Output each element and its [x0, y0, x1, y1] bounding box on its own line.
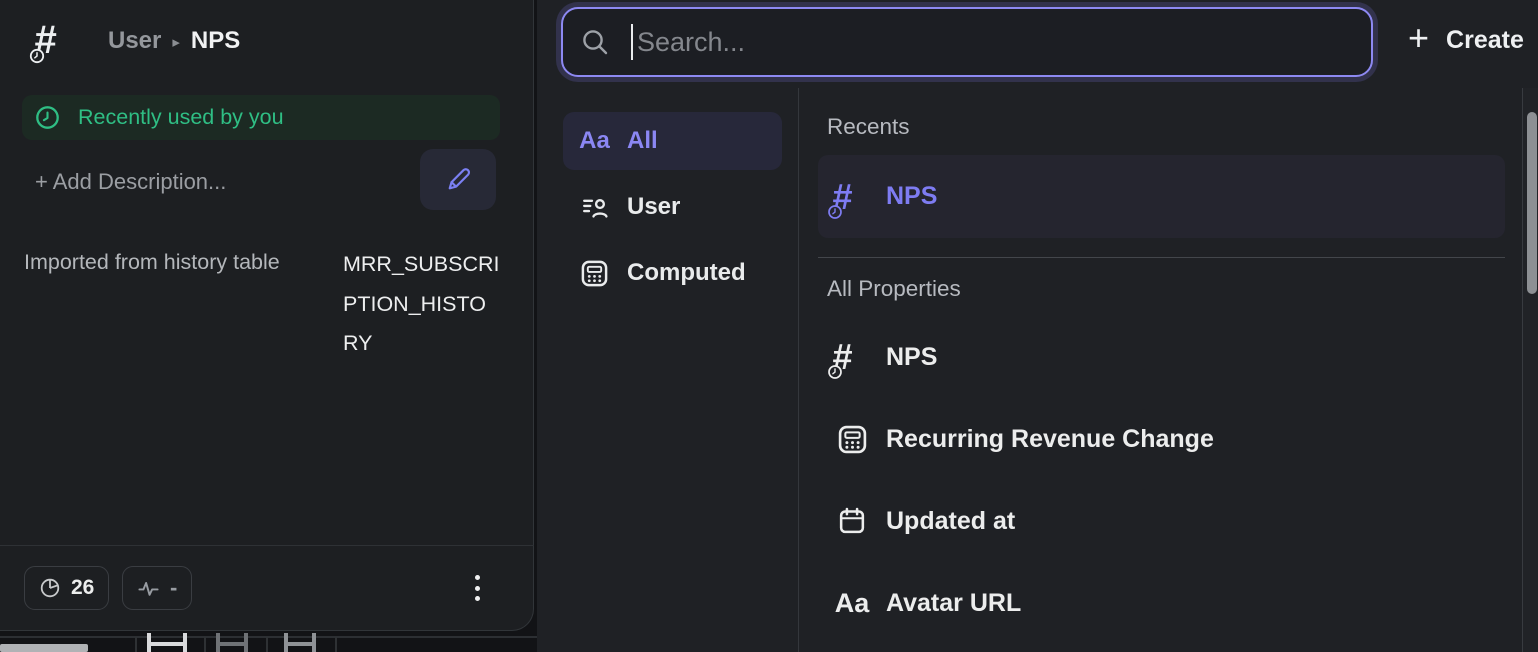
scrollbar-thumb[interactable] — [1527, 112, 1537, 294]
background-glyph — [147, 633, 187, 652]
usage-count-button[interactable]: 26 — [24, 566, 109, 610]
edit-description-button[interactable] — [420, 149, 496, 210]
background-table-column-line — [335, 637, 337, 652]
kebab-dot — [475, 575, 480, 580]
property-item-avatar-url[interactable]: Aa Avatar URL — [818, 562, 1505, 644]
number-history-property-icon: # — [34, 16, 78, 64]
calculator-icon — [578, 259, 611, 288]
all-properties-section-header: All Properties — [827, 276, 961, 302]
recently-used-badge: Recently used by you — [22, 95, 500, 140]
text-type-icon: Aa — [832, 588, 872, 619]
text-type-icon: Aa — [578, 127, 611, 155]
filter-tab-label: All — [627, 127, 658, 155]
create-button-label: Create — [1446, 26, 1524, 55]
property-details-panel: # User ▸ NPS Recently used by you + Add … — [0, 0, 534, 631]
more-options-button[interactable] — [466, 567, 488, 609]
scrollbar-track[interactable] — [1522, 88, 1538, 652]
background-table-column-line — [266, 637, 268, 652]
result-label: Recurring Revenue Change — [886, 425, 1214, 454]
breadcrumb-current: NPS — [191, 27, 240, 55]
filter-tab-all[interactable]: Aa All — [563, 112, 782, 170]
trend-value: - — [170, 575, 177, 601]
recent-item-nps[interactable]: # NPS — [818, 155, 1505, 238]
recently-used-label: Recently used by you — [78, 105, 284, 130]
filter-tab-label: Computed — [627, 259, 746, 287]
number-history-property-icon: # — [832, 334, 872, 380]
number-history-property-icon: # — [832, 174, 872, 220]
user-properties-icon — [578, 193, 611, 221]
background-glyph — [284, 633, 316, 652]
plus-icon: + — [1408, 20, 1429, 60]
background-table-column-line — [135, 637, 137, 652]
chevron-right-icon: ▸ — [172, 31, 180, 51]
result-label: Avatar URL — [886, 589, 1021, 618]
result-label: NPS — [886, 343, 937, 372]
add-description-button[interactable]: + Add Description... — [35, 169, 226, 195]
background-element — [0, 644, 88, 652]
import-source-value: MRR_SUBSCRIPTION_HISTORY — [343, 245, 501, 364]
trend-button[interactable]: - — [122, 566, 192, 610]
pencil-icon — [443, 164, 474, 195]
usage-count-value: 26 — [71, 576, 94, 600]
breadcrumb-parent[interactable]: User — [108, 27, 161, 55]
property-item-updated-at[interactable]: Updated at — [818, 480, 1505, 562]
filter-tab-label: User — [627, 193, 680, 221]
breadcrumb: User ▸ NPS — [108, 27, 240, 55]
app-screen: # User ▸ NPS Recently used by you + Add … — [0, 0, 1538, 652]
recents-section-header: Recents — [827, 114, 910, 140]
activity-pulse-icon — [137, 577, 160, 600]
result-label: NPS — [886, 182, 937, 211]
pie-chart-icon — [39, 577, 61, 599]
background-table-line — [0, 636, 537, 638]
clock-icon — [35, 105, 60, 130]
section-divider — [818, 257, 1505, 258]
calendar-icon — [832, 506, 872, 536]
result-label: Updated at — [886, 507, 1015, 536]
background-table-column-line — [204, 637, 206, 652]
text-caret — [631, 24, 633, 60]
filter-tab-user[interactable]: User — [563, 178, 782, 236]
background-glyph — [216, 633, 248, 652]
import-source-label: Imported from history table — [24, 250, 280, 275]
search-placeholder: Search... — [637, 27, 745, 58]
property-item-nps[interactable]: # NPS — [818, 316, 1505, 398]
filter-tab-computed[interactable]: Computed — [563, 244, 782, 302]
footer-divider — [0, 545, 534, 546]
calculator-icon — [832, 424, 872, 455]
search-input[interactable]: Search... — [561, 7, 1373, 77]
clock-badge-icon — [29, 48, 45, 64]
create-button[interactable]: + Create — [1408, 14, 1524, 66]
kebab-dot — [475, 596, 480, 601]
kebab-dot — [475, 586, 480, 591]
property-search-overlay: Search... + Create Aa All User — [537, 0, 1538, 652]
search-focus-ring: Search... — [556, 2, 1378, 82]
property-item-recurring-revenue-change[interactable]: Recurring Revenue Change — [818, 398, 1505, 480]
search-icon — [580, 27, 610, 57]
panel-divider — [798, 88, 799, 652]
